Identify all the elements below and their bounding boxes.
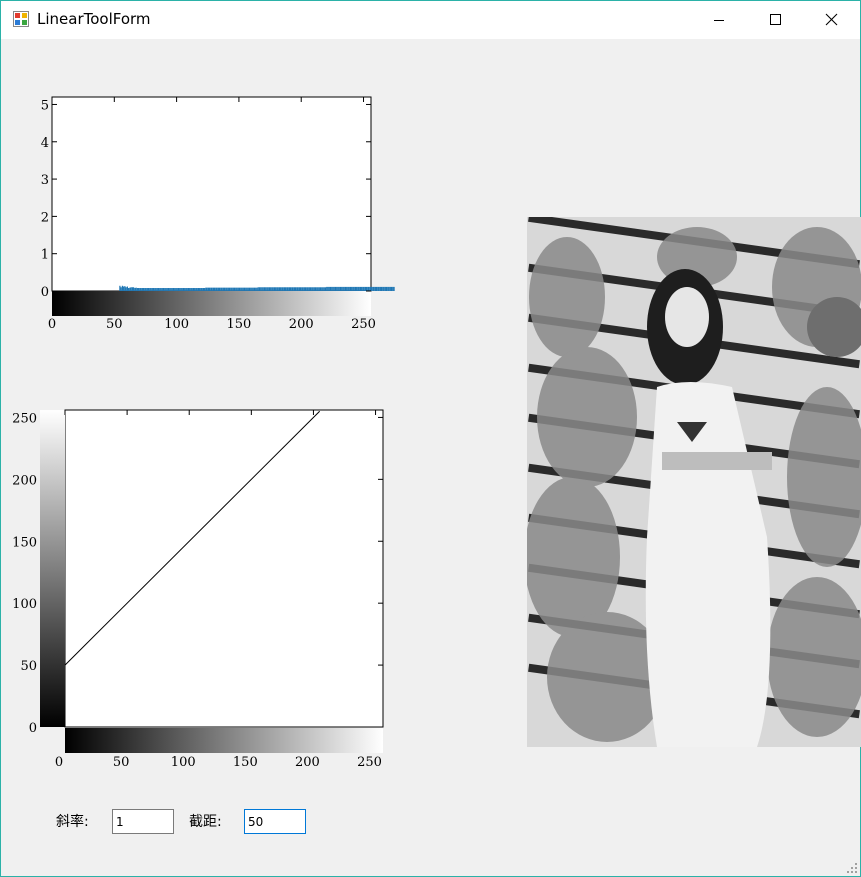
slope-input[interactable] [112,809,174,834]
transform-y-tick-label: 250 [12,411,37,426]
transform-x-tick-label: 250 [357,755,382,770]
close-button[interactable] [803,1,859,39]
minimize-button[interactable] [691,1,747,39]
close-icon [825,13,838,26]
transform-x-tick-label: 50 [113,755,130,770]
transform-x-tick-label: 200 [295,755,320,770]
transform-y-tick-label: 50 [20,659,37,674]
transform-x-tick-label: 150 [233,755,258,770]
intercept-label: 截距: [189,814,222,830]
transform-vertical-gradient [40,410,65,727]
resize-grip-icon[interactable] [846,862,858,874]
transform-plot-area [64,409,384,728]
transform-y-tick-label: 200 [12,473,37,488]
transform-x-tick-label: 0 [55,755,63,770]
maximize-button[interactable] [747,1,803,39]
maximize-icon [770,14,781,25]
slope-label: 斜率: [56,814,89,830]
main-window: LinearToolForm 012345 0501001502002 [0,0,861,877]
grayscale-photo [527,217,861,747]
transform-y-tick-label: 100 [12,597,37,612]
transform-y-tick-label: 150 [12,535,37,550]
transform-chart: 0 50 100 150 200 250 0 50 100 150 200 250 [12,409,384,770]
transform-x-tick-label: 100 [171,755,196,770]
intercept-input[interactable] [244,809,306,834]
transform-horizontal-gradient [65,728,383,753]
transform-y-tick-label: 0 [29,721,37,736]
